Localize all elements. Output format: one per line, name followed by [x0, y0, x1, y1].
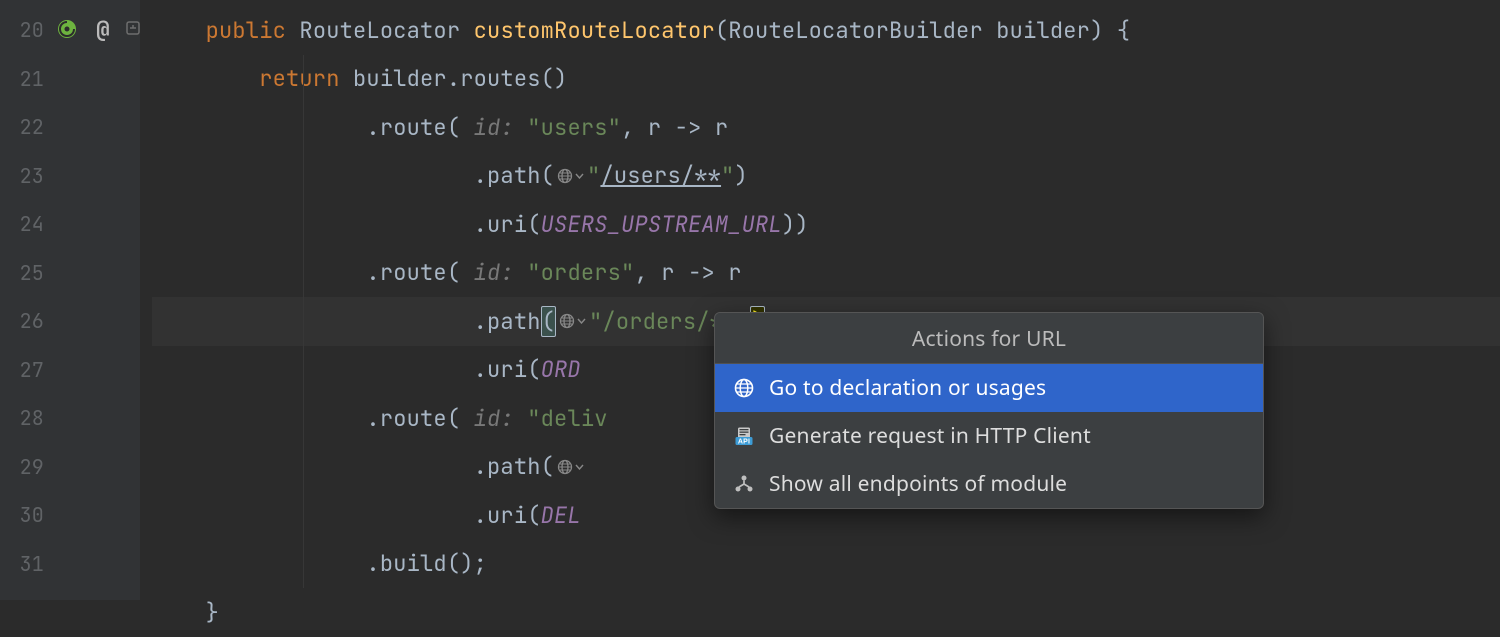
code-editor[interactable]: 20 @ 21 22 23 24 25 26 27 28 29: [0, 0, 1500, 600]
method-call: route: [380, 404, 447, 433]
constant: DEL: [541, 501, 581, 530]
code-line[interactable]: }: [152, 588, 1500, 637]
method-call: path: [487, 307, 541, 336]
spring-bean-icon[interactable]: [56, 18, 78, 40]
code-line[interactable]: .route( id: "orders", r -> r: [152, 249, 1500, 298]
line-number: 24: [0, 211, 44, 237]
keyword: public: [206, 16, 286, 45]
api-icon: API: [733, 425, 755, 447]
method-call: routes: [460, 64, 540, 93]
keyword: return: [259, 64, 339, 93]
popup-item-label: Generate request in HTTP Client: [769, 422, 1091, 450]
method-call: path: [487, 452, 541, 481]
method-call: path: [487, 161, 541, 190]
popup-item-show-endpoints[interactable]: Show all endpoints of module: [715, 460, 1263, 508]
line-number: 30: [0, 502, 44, 528]
string-literal: "deliv: [527, 404, 607, 433]
lambda: r -> r: [648, 113, 728, 142]
code-area[interactable]: public RouteLocator customRouteLocator ( R…: [140, 0, 1500, 600]
line-number: 29: [0, 454, 44, 480]
globe-icon[interactable]: [556, 313, 589, 329]
line-number: 21: [0, 66, 44, 92]
line-number: 25: [0, 260, 44, 286]
popup-item-generate-http[interactable]: API Generate request in HTTP Client: [715, 412, 1263, 460]
inlay-hint: id:: [474, 258, 514, 287]
code-line[interactable]: return builder.routes(): [152, 55, 1500, 104]
line-number: 23: [0, 163, 44, 189]
line-number: 27: [0, 357, 44, 383]
inlay-hint: id:: [474, 404, 514, 433]
svg-text:API: API: [738, 439, 750, 446]
line-number: 31: [0, 551, 44, 577]
method-call: uri: [487, 501, 527, 530]
type: RouteLocator: [299, 16, 460, 45]
lambda: r -> r: [661, 258, 741, 287]
code-line[interactable]: .route( id: "users", r -> r: [152, 103, 1500, 152]
method-call: route: [380, 258, 447, 287]
constant: USERS_UPSTREAM_URL: [541, 210, 782, 239]
annotation-icon[interactable]: @: [92, 18, 114, 40]
code-line[interactable]: .path("/users/**"): [152, 152, 1500, 201]
line-number: 28: [0, 405, 44, 431]
line-number: 20: [0, 17, 44, 43]
globe-icon[interactable]: [554, 168, 587, 184]
matched-paren: (: [541, 306, 556, 337]
fold-icon[interactable]: [122, 17, 144, 39]
code-line[interactable]: .build();: [152, 540, 1500, 589]
line-number: 22: [0, 114, 44, 140]
globe-icon: [733, 377, 755, 399]
method-call: uri: [487, 355, 527, 384]
inlay-hint: id:: [474, 113, 514, 142]
method-call: build: [380, 549, 447, 578]
line-number: 26: [0, 308, 44, 334]
globe-icon[interactable]: [554, 459, 587, 475]
popup-item-label: Show all endpoints of module: [769, 470, 1067, 498]
string-literal: "orders": [527, 258, 634, 287]
url-path-link[interactable]: /users/**: [600, 161, 721, 190]
method-name: customRouteLocator: [474, 16, 715, 45]
actions-popup: Actions for URL Go to declaration or usa…: [714, 312, 1264, 509]
popup-title: Actions for URL: [715, 313, 1263, 364]
type: RouteLocatorBuilder: [728, 16, 983, 45]
constant: ORD: [541, 355, 581, 384]
parameter: builder: [996, 16, 1090, 45]
code-line[interactable]: .uri(USERS_UPSTREAM_URL)): [152, 200, 1500, 249]
method-call: route: [380, 113, 447, 142]
string-literal: "users": [527, 113, 621, 142]
code-line[interactable]: public RouteLocator customRouteLocator(R…: [152, 6, 1500, 55]
popup-item-label: Go to declaration or usages: [769, 374, 1046, 402]
method-call: uri: [487, 210, 527, 239]
gutter: 20 @ 21 22 23 24 25 26 27 28 29: [0, 0, 140, 600]
popup-item-goto-declaration[interactable]: Go to declaration or usages: [715, 364, 1263, 412]
endpoints-icon: [733, 473, 755, 495]
